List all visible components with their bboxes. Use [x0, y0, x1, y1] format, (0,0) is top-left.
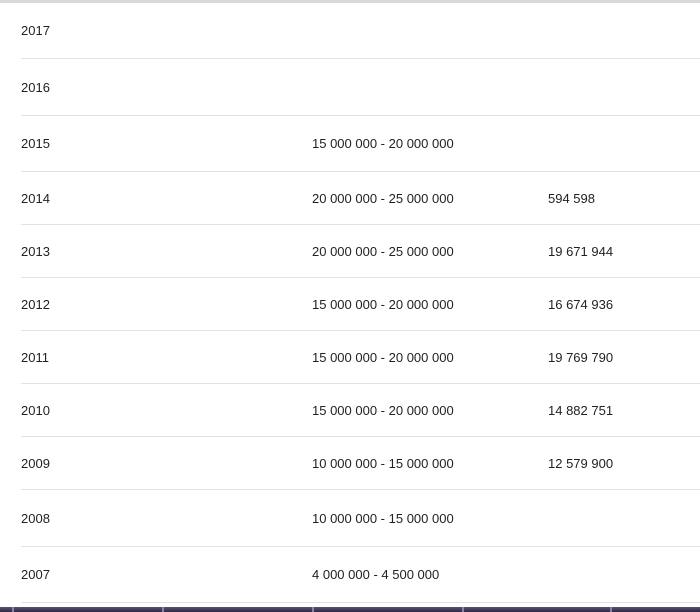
data-table: 2017 2016 2015 15 000 000 - 20 000 000 2… [0, 3, 700, 603]
range-cell: 15 000 000 - 20 000 000 [312, 349, 454, 365]
range-cell: 15 000 000 - 20 000 000 [312, 136, 454, 151]
taskbar-segment[interactable] [14, 607, 164, 612]
year-cell: 2017 [21, 23, 50, 38]
value-cell: 19 671 944 [548, 243, 614, 259]
table-row: 2012 15 000 000 - 20 000 000 16 674 936 [21, 278, 700, 331]
table-row: 2009 10 000 000 - 15 000 000 12 579 900 [21, 437, 700, 490]
table-row: 2013 20 000 000 - 25 000 000 19 671 944 [21, 225, 700, 278]
table-row: 2011 15 000 000 - 20 000 000 19 769 790 [21, 331, 700, 384]
value-cell: 19 769 790 [548, 349, 614, 365]
taskbar-segment[interactable] [464, 607, 612, 612]
page: 2017 2016 2015 15 000 000 - 20 000 000 2… [0, 0, 700, 612]
year-cell: 2010 [21, 402, 50, 418]
range-cell: 15 000 000 - 20 000 000 [312, 296, 454, 312]
taskbar-segment [0, 607, 14, 612]
year-cell: 2008 [21, 510, 50, 526]
taskbar-segment [612, 607, 700, 612]
range-cell: 15 000 000 - 20 000 000 [312, 402, 454, 418]
range-cell: 20 000 000 - 25 000 000 [312, 243, 454, 259]
year-cell: 2013 [21, 243, 50, 259]
value-cell: 594 598 [548, 190, 595, 206]
value-cell: 14 882 751 [548, 402, 614, 418]
range-cell: 20 000 000 - 25 000 000 [312, 190, 454, 206]
year-cell: 2009 [21, 455, 50, 471]
year-cell: 2012 [21, 296, 50, 312]
table-row: 2007 4 000 000 - 4 500 000 [21, 547, 700, 603]
table-row: 2008 10 000 000 - 15 000 000 [21, 490, 700, 547]
year-cell: 2014 [21, 190, 50, 206]
table-row: 2015 15 000 000 - 20 000 000 [21, 116, 700, 172]
table-row: 2017 [21, 3, 700, 59]
table-row: 2010 15 000 000 - 20 000 000 14 882 751 [21, 384, 700, 437]
year-cell: 2015 [21, 136, 50, 151]
taskbar-segment[interactable] [314, 607, 464, 612]
range-cell: 4 000 000 - 4 500 000 [312, 567, 440, 582]
taskbar-segment[interactable] [164, 607, 314, 612]
range-cell: 10 000 000 - 15 000 000 [312, 455, 454, 471]
table-row: 2016 [21, 59, 700, 116]
taskbar-strip [0, 607, 700, 612]
value-cell: 16 674 936 [548, 296, 614, 312]
year-cell: 2007 [21, 567, 50, 582]
range-cell: 10 000 000 - 15 000 000 [312, 510, 454, 526]
year-cell: 2011 [21, 349, 49, 365]
table-row: 2014 20 000 000 - 25 000 000 594 598 [21, 172, 700, 225]
year-cell: 2016 [21, 79, 50, 95]
value-cell: 12 579 900 [548, 455, 614, 471]
